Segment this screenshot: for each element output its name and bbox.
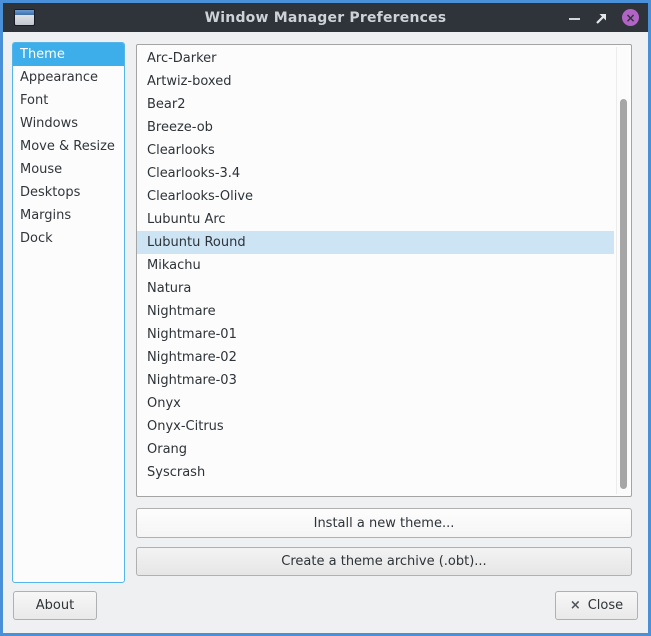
window-title: Window Manager Preferences [3, 10, 648, 26]
close-button[interactable]: × Close [555, 591, 638, 620]
dialog-content: ThemeAppearanceFontWindowsMove & ResizeM… [3, 32, 648, 633]
theme-item-lubuntu-arc[interactable]: Lubuntu Arc [137, 208, 614, 231]
theme-item-clearlooks-olive[interactable]: Clearlooks-Olive [137, 185, 614, 208]
theme-item-onyx-citrus[interactable]: Onyx-Citrus [137, 415, 614, 438]
titlebar[interactable]: Window Manager Preferences × [3, 3, 648, 32]
window: Window Manager Preferences × ThemeAppear… [0, 0, 651, 636]
sidebar-item-theme[interactable]: Theme [13, 43, 124, 66]
theme-item-artwiz-boxed[interactable]: Artwiz-boxed [137, 70, 614, 93]
theme-list: Arc-DarkerArtwiz-boxedBear2Breeze-obClea… [136, 44, 632, 497]
theme-item-natura[interactable]: Natura [137, 277, 614, 300]
theme-item-breeze-ob[interactable]: Breeze-ob [137, 116, 614, 139]
sidebar-item-appearance[interactable]: Appearance [13, 66, 124, 89]
theme-item-nightmare-03[interactable]: Nightmare-03 [137, 369, 614, 392]
theme-item-lubuntu-round[interactable]: Lubuntu Round [137, 231, 614, 254]
theme-item-syscrash[interactable]: Syscrash [137, 461, 614, 484]
theme-item-nightmare-02[interactable]: Nightmare-02 [137, 346, 614, 369]
sidebar-item-mouse[interactable]: Mouse [13, 158, 124, 181]
theme-item-clearlooks-3-4[interactable]: Clearlooks-3.4 [137, 162, 614, 185]
sidebar-item-margins[interactable]: Margins [13, 204, 124, 227]
close-window-button[interactable]: × [622, 9, 639, 26]
diagonal-arrow-icon [595, 12, 607, 24]
theme-item-onyx[interactable]: Onyx [137, 392, 614, 415]
theme-item-arc-darker[interactable]: Arc-Darker [137, 47, 614, 70]
scrollbar-track[interactable] [616, 47, 629, 494]
theme-item-nightmare-01[interactable]: Nightmare-01 [137, 323, 614, 346]
sidebar-item-desktops[interactable]: Desktops [13, 181, 124, 204]
close-x-icon: × [570, 598, 581, 613]
x-icon: × [625, 12, 635, 24]
maximize-button[interactable] [595, 12, 607, 24]
sidebar-item-dock[interactable]: Dock [13, 227, 124, 250]
theme-item-orang[interactable]: Orang [137, 438, 614, 461]
theme-rows: Arc-DarkerArtwiz-boxedBear2Breeze-obClea… [137, 47, 631, 484]
theme-item-clearlooks[interactable]: Clearlooks [137, 139, 614, 162]
minimize-button[interactable] [569, 18, 580, 20]
theme-item-nightmare[interactable]: Nightmare [137, 300, 614, 323]
sidebar-item-font[interactable]: Font [13, 89, 124, 112]
theme-item-bear2[interactable]: Bear2 [137, 93, 614, 116]
create-archive-button[interactable]: Create a theme archive (.obt)... [136, 547, 632, 576]
sidebar-item-move-resize[interactable]: Move & Resize [13, 135, 124, 158]
about-button[interactable]: About [13, 591, 97, 620]
category-list: ThemeAppearanceFontWindowsMove & ResizeM… [12, 42, 125, 583]
scrollbar-thumb[interactable] [620, 99, 627, 489]
sidebar-item-windows[interactable]: Windows [13, 112, 124, 135]
install-theme-button[interactable]: Install a new theme... [136, 508, 632, 538]
theme-item-mikachu[interactable]: Mikachu [137, 254, 614, 277]
close-button-label: Close [588, 598, 623, 613]
titlebar-controls: × [569, 3, 639, 32]
